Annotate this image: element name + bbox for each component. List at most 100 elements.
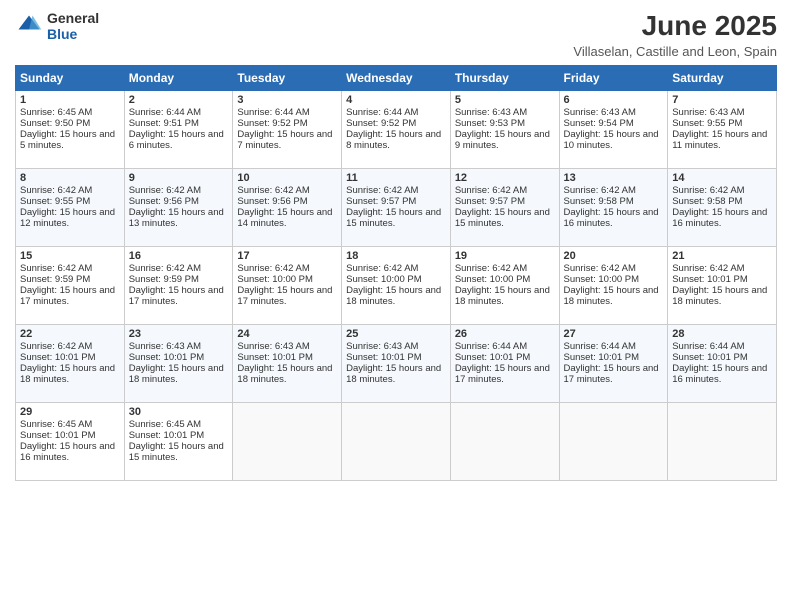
sunrise-text: Sunrise: 6:43 AM xyxy=(346,341,446,352)
daylight-text: Daylight: 15 hours and 18 minutes. xyxy=(346,363,446,385)
weekday-header-friday: Friday xyxy=(559,66,668,91)
weekday-header-sunday: Sunday xyxy=(16,66,125,91)
calendar-cell: 27Sunrise: 6:44 AMSunset: 10:01 PMDaylig… xyxy=(559,325,668,403)
calendar-row-4: 22Sunrise: 6:42 AMSunset: 10:01 PMDaylig… xyxy=(16,325,777,403)
daylight-text: Daylight: 15 hours and 17 minutes. xyxy=(237,285,337,307)
logo-general: General xyxy=(47,10,99,26)
calendar-cell: 24Sunrise: 6:43 AMSunset: 10:01 PMDaylig… xyxy=(233,325,342,403)
calendar-cell: 28Sunrise: 6:44 AMSunset: 10:01 PMDaylig… xyxy=(668,325,777,403)
calendar-cell xyxy=(450,403,559,481)
weekday-header-monday: Monday xyxy=(124,66,233,91)
daylight-text: Daylight: 15 hours and 14 minutes. xyxy=(237,207,337,229)
day-number: 27 xyxy=(564,328,664,340)
daylight-text: Daylight: 15 hours and 17 minutes. xyxy=(455,363,555,385)
sunset-text: Sunset: 9:56 PM xyxy=(237,196,337,207)
weekday-header-tuesday: Tuesday xyxy=(233,66,342,91)
sunrise-text: Sunrise: 6:42 AM xyxy=(20,185,120,196)
logo-text: General Blue xyxy=(47,10,99,42)
title-area: June 2025 Villaselan, Castille and Leon,… xyxy=(573,10,777,59)
sunset-text: Sunset: 10:01 PM xyxy=(672,352,772,363)
calendar-cell: 26Sunrise: 6:44 AMSunset: 10:01 PMDaylig… xyxy=(450,325,559,403)
sunset-text: Sunset: 10:01 PM xyxy=(237,352,337,363)
calendar-cell: 3Sunrise: 6:44 AMSunset: 9:52 PMDaylight… xyxy=(233,91,342,169)
calendar-cell: 12Sunrise: 6:42 AMSunset: 9:57 PMDayligh… xyxy=(450,169,559,247)
calendar-cell: 16Sunrise: 6:42 AMSunset: 9:59 PMDayligh… xyxy=(124,247,233,325)
day-number: 6 xyxy=(564,94,664,106)
sunrise-text: Sunrise: 6:45 AM xyxy=(20,107,120,118)
day-number: 4 xyxy=(346,94,446,106)
calendar-row-2: 8Sunrise: 6:42 AMSunset: 9:55 PMDaylight… xyxy=(16,169,777,247)
day-number: 5 xyxy=(455,94,555,106)
calendar-row-1: 1Sunrise: 6:45 AMSunset: 9:50 PMDaylight… xyxy=(16,91,777,169)
sunrise-text: Sunrise: 6:44 AM xyxy=(346,107,446,118)
calendar-row-3: 15Sunrise: 6:42 AMSunset: 9:59 PMDayligh… xyxy=(16,247,777,325)
day-number: 16 xyxy=(129,250,229,262)
calendar-table: SundayMondayTuesdayWednesdayThursdayFrid… xyxy=(15,65,777,481)
sunrise-text: Sunrise: 6:44 AM xyxy=(129,107,229,118)
daylight-text: Daylight: 15 hours and 18 minutes. xyxy=(455,285,555,307)
day-number: 13 xyxy=(564,172,664,184)
daylight-text: Daylight: 15 hours and 6 minutes. xyxy=(129,129,229,151)
daylight-text: Daylight: 15 hours and 16 minutes. xyxy=(672,363,772,385)
calendar-cell: 13Sunrise: 6:42 AMSunset: 9:58 PMDayligh… xyxy=(559,169,668,247)
sunset-text: Sunset: 10:00 PM xyxy=(564,274,664,285)
weekday-header-thursday: Thursday xyxy=(450,66,559,91)
sunset-text: Sunset: 9:59 PM xyxy=(129,274,229,285)
logo-icon xyxy=(15,12,43,40)
day-number: 7 xyxy=(672,94,772,106)
day-number: 25 xyxy=(346,328,446,340)
sunrise-text: Sunrise: 6:43 AM xyxy=(237,341,337,352)
subtitle: Villaselan, Castille and Leon, Spain xyxy=(573,44,777,59)
day-number: 24 xyxy=(237,328,337,340)
daylight-text: Daylight: 15 hours and 18 minutes. xyxy=(237,363,337,385)
sunrise-text: Sunrise: 6:42 AM xyxy=(20,263,120,274)
sunrise-text: Sunrise: 6:44 AM xyxy=(672,341,772,352)
sunset-text: Sunset: 9:50 PM xyxy=(20,118,120,129)
calendar-cell: 9Sunrise: 6:42 AMSunset: 9:56 PMDaylight… xyxy=(124,169,233,247)
weekday-header-wednesday: Wednesday xyxy=(342,66,451,91)
calendar-cell: 2Sunrise: 6:44 AMSunset: 9:51 PMDaylight… xyxy=(124,91,233,169)
day-number: 2 xyxy=(129,94,229,106)
calendar-cell: 18Sunrise: 6:42 AMSunset: 10:00 PMDaylig… xyxy=(342,247,451,325)
sunrise-text: Sunrise: 6:44 AM xyxy=(455,341,555,352)
calendar-cell: 4Sunrise: 6:44 AMSunset: 9:52 PMDaylight… xyxy=(342,91,451,169)
daylight-text: Daylight: 15 hours and 15 minutes. xyxy=(346,207,446,229)
daylight-text: Daylight: 15 hours and 11 minutes. xyxy=(672,129,772,151)
sunrise-text: Sunrise: 6:42 AM xyxy=(672,185,772,196)
sunset-text: Sunset: 10:01 PM xyxy=(129,430,229,441)
sunset-text: Sunset: 10:01 PM xyxy=(672,274,772,285)
calendar-cell xyxy=(559,403,668,481)
day-number: 17 xyxy=(237,250,337,262)
day-number: 30 xyxy=(129,406,229,418)
sunset-text: Sunset: 10:01 PM xyxy=(129,352,229,363)
daylight-text: Daylight: 15 hours and 7 minutes. xyxy=(237,129,337,151)
sunset-text: Sunset: 10:01 PM xyxy=(20,430,120,441)
sunset-text: Sunset: 10:00 PM xyxy=(455,274,555,285)
day-number: 10 xyxy=(237,172,337,184)
sunset-text: Sunset: 9:56 PM xyxy=(129,196,229,207)
sunrise-text: Sunrise: 6:42 AM xyxy=(672,263,772,274)
weekday-header-row: SundayMondayTuesdayWednesdayThursdayFrid… xyxy=(16,66,777,91)
day-number: 26 xyxy=(455,328,555,340)
sunrise-text: Sunrise: 6:43 AM xyxy=(455,107,555,118)
calendar-cell: 5Sunrise: 6:43 AMSunset: 9:53 PMDaylight… xyxy=(450,91,559,169)
sunset-text: Sunset: 9:52 PM xyxy=(346,118,446,129)
daylight-text: Daylight: 15 hours and 13 minutes. xyxy=(129,207,229,229)
day-number: 20 xyxy=(564,250,664,262)
sunrise-text: Sunrise: 6:43 AM xyxy=(564,107,664,118)
day-number: 22 xyxy=(20,328,120,340)
sunrise-text: Sunrise: 6:42 AM xyxy=(455,263,555,274)
calendar-cell xyxy=(668,403,777,481)
sunset-text: Sunset: 9:57 PM xyxy=(455,196,555,207)
daylight-text: Daylight: 15 hours and 17 minutes. xyxy=(20,285,120,307)
calendar-cell: 30Sunrise: 6:45 AMSunset: 10:01 PMDaylig… xyxy=(124,403,233,481)
calendar-cell: 8Sunrise: 6:42 AMSunset: 9:55 PMDaylight… xyxy=(16,169,125,247)
logo-blue: Blue xyxy=(47,26,99,42)
daylight-text: Daylight: 15 hours and 18 minutes. xyxy=(20,363,120,385)
sunrise-text: Sunrise: 6:42 AM xyxy=(564,263,664,274)
day-number: 9 xyxy=(129,172,229,184)
sunset-text: Sunset: 10:00 PM xyxy=(346,274,446,285)
calendar-cell: 15Sunrise: 6:42 AMSunset: 9:59 PMDayligh… xyxy=(16,247,125,325)
daylight-text: Daylight: 15 hours and 12 minutes. xyxy=(20,207,120,229)
header-area: General Blue June 2025 Villaselan, Casti… xyxy=(15,10,777,59)
